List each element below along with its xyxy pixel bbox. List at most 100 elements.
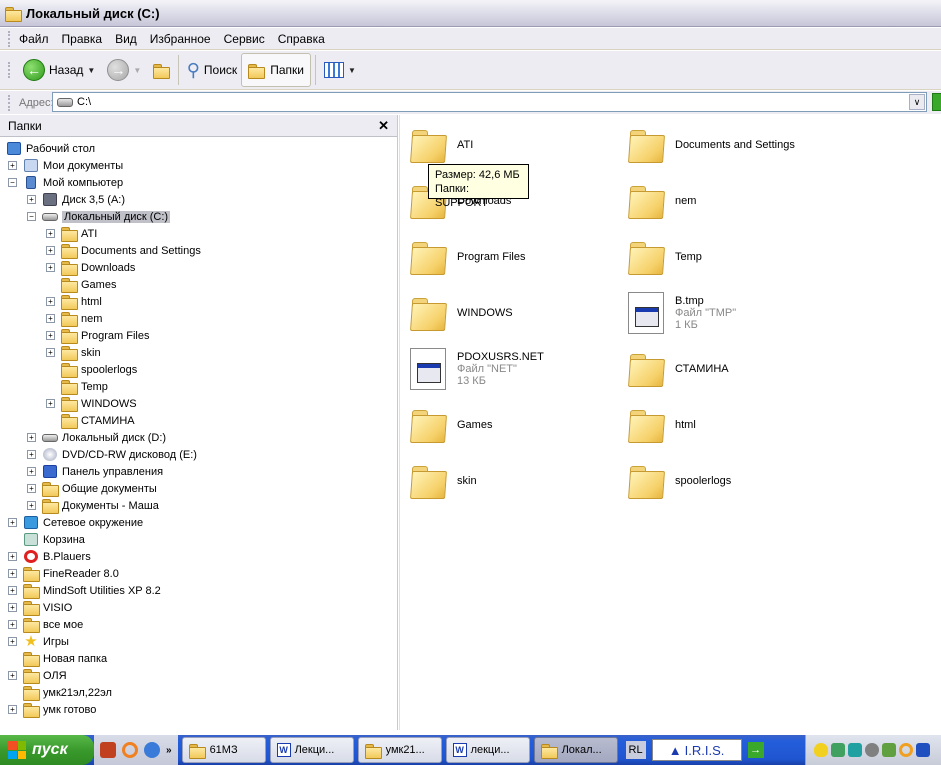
mail-agent-icon[interactable] — [899, 743, 913, 757]
tree-item[interactable]: + B.Plauers — [0, 548, 397, 565]
tree-item[interactable]: + Сетевое окружение — [0, 514, 397, 531]
tree-item[interactable]: − Локальный диск (C:) — [0, 208, 397, 225]
quick-launch-app-icon[interactable] — [100, 742, 116, 758]
tree-item[interactable]: + VISIO — [0, 599, 397, 616]
tree-item[interactable]: + MindSoft Utilities XP 8.2 — [0, 582, 397, 599]
volume-icon[interactable] — [865, 743, 879, 757]
toolbar-grip[interactable] — [8, 94, 11, 111]
expand-icon[interactable]: + — [8, 586, 17, 595]
tree-item[interactable]: + Documents and Settings — [0, 242, 397, 259]
expand-icon[interactable]: + — [46, 263, 55, 272]
toolbar-grip[interactable] — [8, 62, 11, 78]
menu-edit[interactable]: Правка — [62, 32, 103, 46]
folder-item[interactable]: СТАМИНА — [628, 343, 838, 395]
tree-item[interactable]: + Общие документы — [0, 480, 397, 497]
tree-item[interactable]: + Панель управления — [0, 463, 397, 480]
tree-item[interactable]: + умк готово — [0, 701, 397, 718]
toolbar-grip[interactable] — [8, 30, 11, 47]
file-item[interactable]: B.tmp Файл "TMP" 1 КБ — [628, 287, 838, 339]
expand-icon[interactable]: + — [8, 705, 17, 714]
iris-toolbar[interactable]: ▲ I.R.I.S. — [651, 739, 742, 761]
tree-item[interactable]: + Документы - Маша — [0, 497, 397, 514]
taskbar-button[interactable]: Локал... — [533, 737, 618, 763]
expand-icon[interactable]: + — [46, 297, 55, 306]
go-button[interactable] — [932, 93, 941, 111]
tree-item[interactable]: Games — [0, 276, 397, 293]
expand-icon[interactable]: + — [8, 569, 17, 578]
up-folder-button[interactable]: ↑ — [149, 53, 174, 87]
folder-item[interactable]: spoolerlogs — [628, 455, 838, 507]
iris-tray-icon[interactable] — [916, 743, 930, 757]
expand-icon[interactable]: + — [27, 484, 36, 493]
forward-dropdown-icon[interactable]: ▼ — [133, 66, 141, 75]
tree-item[interactable]: + nem — [0, 310, 397, 327]
language-indicator[interactable]: RL — [625, 741, 646, 759]
tree-item[interactable]: + все мое — [0, 616, 397, 633]
folder-item[interactable]: Documents and Settings — [628, 119, 838, 171]
expand-icon[interactable]: + — [27, 450, 36, 459]
network-status-icon[interactable] — [831, 743, 845, 757]
expand-icon[interactable]: + — [27, 433, 36, 442]
views-button[interactable]: ▼ — [320, 53, 364, 87]
expand-icon[interactable]: + — [46, 246, 55, 255]
folder-item[interactable]: html — [628, 399, 838, 451]
folder-item[interactable]: Games — [410, 399, 620, 451]
close-pane-icon[interactable]: ✕ — [378, 118, 389, 134]
address-dropdown-button[interactable]: ∨ — [909, 94, 925, 110]
back-dropdown-icon[interactable]: ▼ — [87, 66, 95, 75]
address-input[interactable]: C:\ ∨ — [52, 92, 927, 112]
tree-item[interactable]: + ★ Игры — [0, 633, 397, 650]
expand-icon[interactable]: + — [46, 314, 55, 323]
tree-item[interactable]: spoolerlogs — [0, 361, 397, 378]
expand-icon[interactable]: + — [8, 637, 17, 646]
back-button[interactable]: ← Назад ▼ — [19, 53, 103, 87]
expand-icon[interactable]: + — [8, 620, 17, 629]
security-shield-icon[interactable] — [814, 743, 828, 757]
iris-go-icon[interactable]: → — [747, 742, 764, 758]
folder-item[interactable]: WINDOWS — [410, 287, 620, 339]
tray-app-icon[interactable] — [848, 743, 862, 757]
tree-item[interactable]: + WINDOWS — [0, 395, 397, 412]
taskbar-button[interactable]: умк21... — [357, 737, 442, 763]
forward-button[interactable]: → ▼ — [103, 53, 149, 87]
expand-icon[interactable]: + — [8, 552, 17, 561]
folder-item[interactable]: Program Files — [410, 231, 620, 283]
tree-item[interactable]: + ОЛЯ — [0, 667, 397, 684]
tree-item[interactable]: + skin — [0, 344, 397, 361]
folders-button[interactable]: Папки — [241, 53, 311, 87]
expand-icon[interactable]: + — [46, 399, 55, 408]
tree-item[interactable]: − Мой компьютер — [0, 174, 397, 191]
folder-item[interactable]: nem — [628, 175, 838, 227]
expand-icon[interactable]: + — [8, 671, 17, 680]
tree-item[interactable]: + Диск 3,5 (A:) — [0, 191, 397, 208]
collapse-icon[interactable]: − — [8, 178, 17, 187]
menu-tools[interactable]: Сервис — [224, 32, 265, 46]
tree-item[interactable]: + Program Files — [0, 327, 397, 344]
tree-item[interactable]: + Downloads — [0, 259, 397, 276]
menu-file[interactable]: Файл — [19, 32, 49, 46]
tree-item[interactable]: умк21эл,22эл — [0, 684, 397, 701]
expand-icon[interactable]: + — [46, 229, 55, 238]
expand-icon[interactable]: + — [8, 161, 17, 170]
expand-icon[interactable]: + — [46, 348, 55, 357]
taskbar-button[interactable]: Wлекци... — [445, 737, 530, 763]
tree-item[interactable]: СТАМИНА — [0, 412, 397, 429]
folder-item[interactable]: skin — [410, 455, 620, 507]
menu-view[interactable]: Вид — [115, 32, 137, 46]
mail-at-icon[interactable] — [122, 742, 138, 758]
tree-item[interactable]: Рабочий стол — [0, 140, 397, 157]
tree-item[interactable]: Корзина — [0, 531, 397, 548]
collapse-icon[interactable]: − — [27, 212, 36, 221]
expand-icon[interactable]: + — [27, 195, 36, 204]
views-dropdown-icon[interactable]: ▼ — [348, 66, 356, 75]
expand-icon[interactable]: + — [8, 518, 17, 527]
tree-item[interactable]: Новая папка — [0, 650, 397, 667]
expand-icon[interactable]: + — [27, 467, 36, 476]
expand-icon[interactable]: + — [8, 603, 17, 612]
expand-icon[interactable]: + — [46, 331, 55, 340]
taskbar-button[interactable]: 61МЗ — [181, 737, 266, 763]
file-item[interactable]: PDOXUSRS.NET Файл "NET" 13 КБ — [410, 343, 620, 395]
tree-item[interactable]: + html — [0, 293, 397, 310]
menu-help[interactable]: Справка — [278, 32, 325, 46]
expand-icon[interactable]: + — [27, 501, 36, 510]
